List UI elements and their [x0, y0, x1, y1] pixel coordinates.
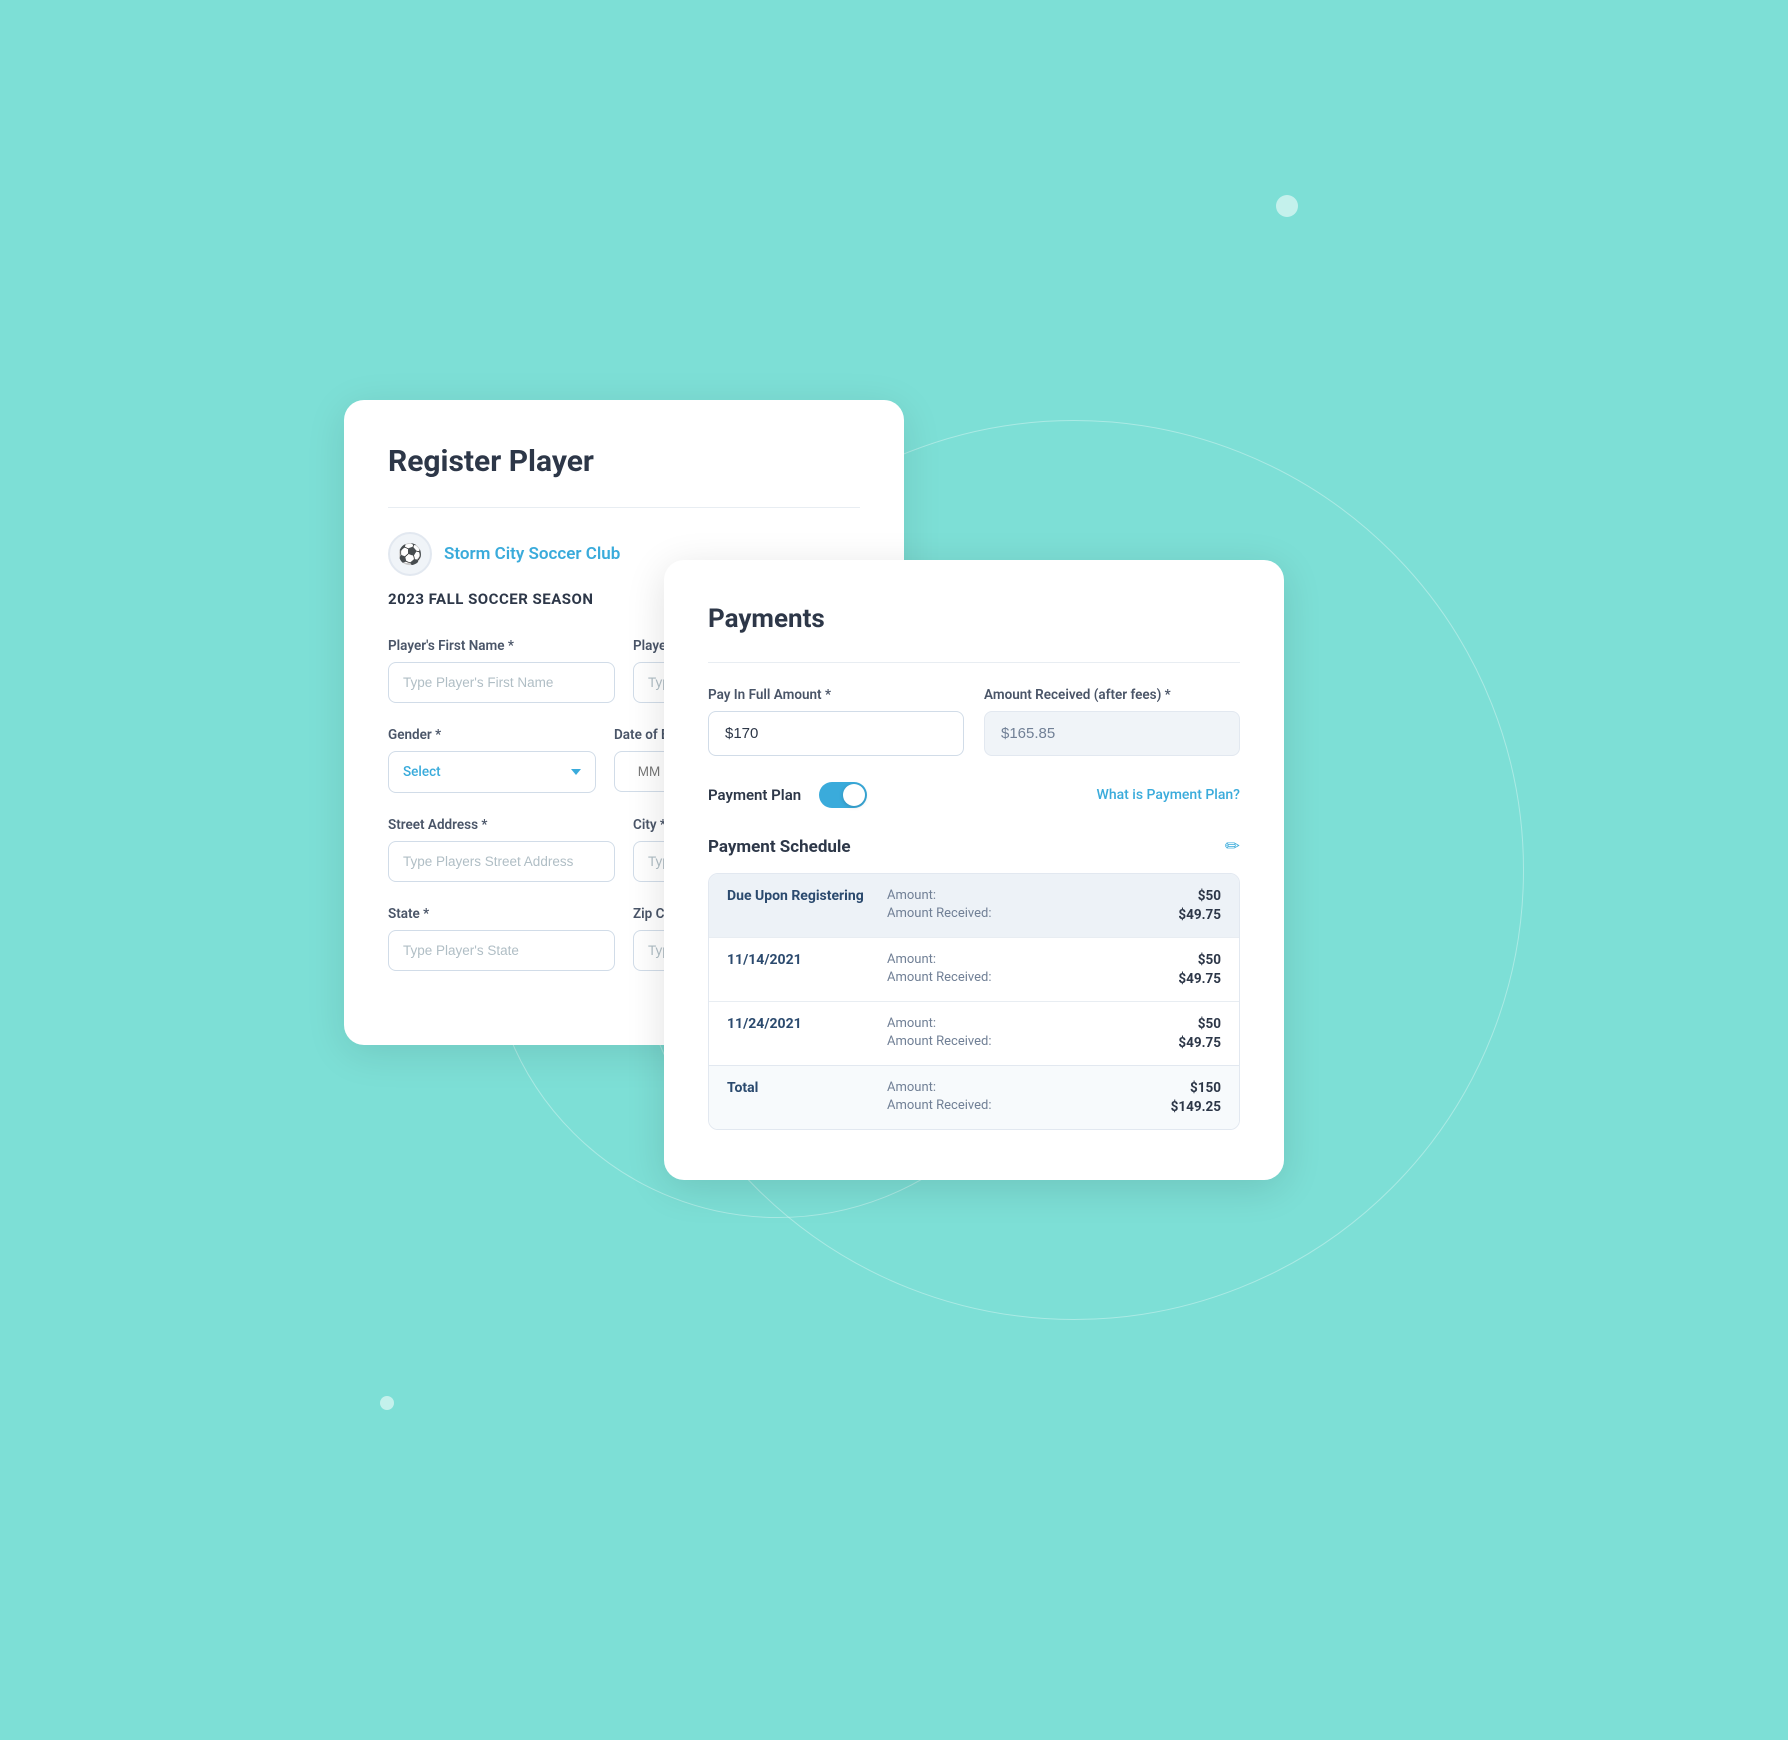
- pay-in-full-label: Pay In Full Amount *: [708, 687, 964, 703]
- payment-plan-row: Payment Plan What is Payment Plan?: [708, 782, 1240, 808]
- row-meta: Amount: Amount Received:: [887, 952, 1141, 985]
- schedule-row: Due Upon Registering Amount: Amount Rece…: [709, 874, 1239, 937]
- gender-group: Gender * Select: [388, 727, 596, 793]
- state-label: State *: [388, 906, 615, 922]
- payment-schedule-header: Payment Schedule ✏: [708, 836, 1240, 857]
- row-meta: Amount: Amount Received:: [887, 1016, 1141, 1049]
- received-label: Amount Received:: [887, 906, 1141, 921]
- amount-value: $50: [1198, 888, 1221, 904]
- received-label: Amount Received:: [887, 970, 1141, 985]
- gender-select-wrapper: Select: [388, 751, 596, 793]
- meta-values: $50 $49.75: [1141, 952, 1221, 987]
- amount-label: Amount:: [887, 1016, 1141, 1031]
- payment-schedule-title: Payment Schedule: [708, 837, 851, 857]
- row-meta: Amount: Amount Received:: [887, 888, 1141, 921]
- first-name-label: Player's First Name *: [388, 638, 615, 654]
- payment-plan-label: Payment Plan: [708, 786, 801, 804]
- bg-dot-top: [1276, 195, 1298, 217]
- received-value: $49.75: [1178, 907, 1221, 923]
- amount-value: $50: [1198, 952, 1221, 968]
- gender-select[interactable]: Select: [388, 751, 596, 793]
- amount-value: $150: [1190, 1080, 1221, 1096]
- row-key: 11/14/2021: [727, 952, 887, 968]
- club-logo: ⚽: [388, 532, 432, 576]
- payment-schedule-table: Due Upon Registering Amount: Amount Rece…: [708, 873, 1240, 1130]
- state-group: State *: [388, 906, 615, 971]
- meta-values: $150 $149.25: [1141, 1080, 1221, 1115]
- row-key: 11/24/2021: [727, 1016, 887, 1032]
- edit-icon[interactable]: ✏: [1225, 836, 1240, 857]
- schedule-row: 11/24/2021 Amount: Amount Received: $50 …: [709, 1001, 1239, 1065]
- row-key: Due Upon Registering: [727, 888, 887, 904]
- row-key: Total: [727, 1080, 887, 1096]
- register-divider: [388, 507, 860, 508]
- pay-in-full-group: Pay In Full Amount *: [708, 687, 964, 756]
- amount-received-input: [984, 711, 1240, 756]
- street-label: Street Address *: [388, 817, 615, 833]
- cards-container: Register Player ⚽ Storm City Soccer Club…: [344, 320, 1444, 1420]
- meta-values: $50 $49.75: [1141, 888, 1221, 923]
- payments-card: Payments Pay In Full Amount * Amount Rec…: [664, 560, 1284, 1180]
- what-is-payment-plan-link[interactable]: What is Payment Plan?: [1097, 787, 1241, 803]
- received-value: $49.75: [1178, 971, 1221, 987]
- register-title: Register Player: [388, 444, 860, 479]
- amount-received-group: Amount Received (after fees) *: [984, 687, 1240, 756]
- received-value: $49.75: [1178, 1035, 1221, 1051]
- gender-label: Gender *: [388, 727, 596, 743]
- schedule-row: Total Amount: Amount Received: $150 $149…: [709, 1065, 1239, 1129]
- gender-select-value: Select: [403, 764, 441, 780]
- club-name: Storm City Soccer Club: [444, 544, 620, 564]
- row-meta: Amount: Amount Received:: [887, 1080, 1141, 1113]
- meta-values: $50 $49.75: [1141, 1016, 1221, 1051]
- amount-label: Amount:: [887, 952, 1141, 967]
- street-input[interactable]: [388, 841, 615, 882]
- payments-title: Payments: [708, 604, 1240, 634]
- first-name-input[interactable]: [388, 662, 615, 703]
- street-group: Street Address *: [388, 817, 615, 882]
- amount-label: Amount:: [887, 1080, 1141, 1095]
- payments-divider: [708, 662, 1240, 663]
- amount-value: $50: [1198, 1016, 1221, 1032]
- amount-received-label: Amount Received (after fees) *: [984, 687, 1240, 703]
- schedule-row: 11/14/2021 Amount: Amount Received: $50 …: [709, 937, 1239, 1001]
- first-name-group: Player's First Name *: [388, 638, 615, 703]
- payment-plan-left: Payment Plan: [708, 782, 867, 808]
- received-value: $149.25: [1171, 1099, 1221, 1115]
- received-label: Amount Received:: [887, 1098, 1141, 1113]
- pay-fields-row: Pay In Full Amount * Amount Received (af…: [708, 687, 1240, 756]
- amount-label: Amount:: [887, 888, 1141, 903]
- chevron-down-icon: [571, 769, 581, 775]
- pay-in-full-input[interactable]: [708, 711, 964, 756]
- payment-plan-toggle[interactable]: [819, 782, 867, 808]
- state-input[interactable]: [388, 930, 615, 971]
- club-logo-icon: ⚽: [398, 542, 423, 566]
- received-label: Amount Received:: [887, 1034, 1141, 1049]
- toggle-knob: [843, 784, 865, 806]
